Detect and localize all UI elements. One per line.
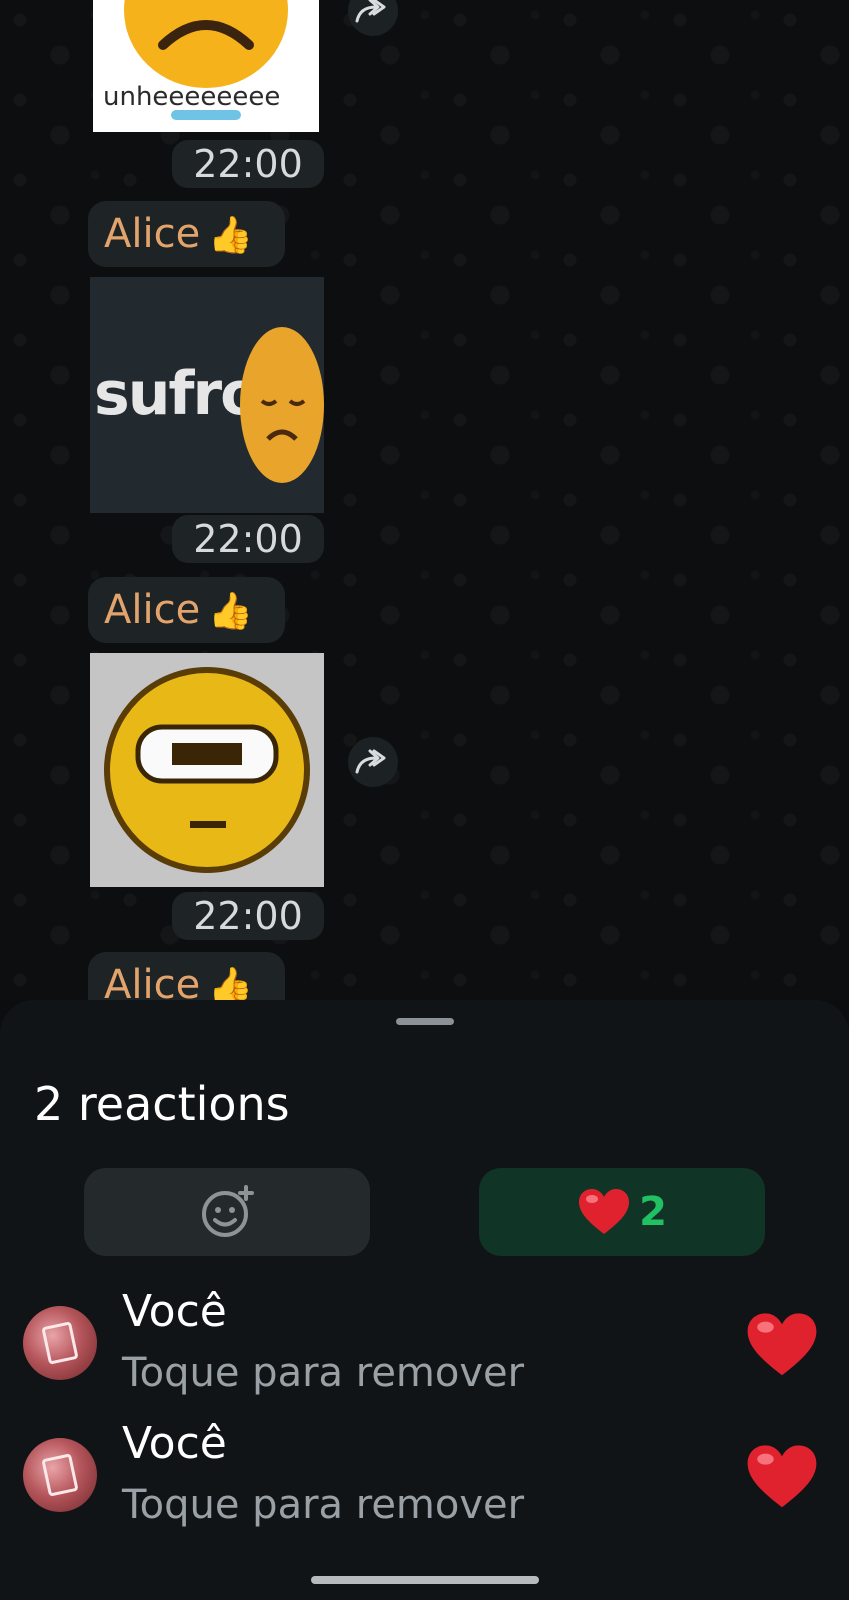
message-time: 22:00 bbox=[172, 515, 324, 563]
thumbs-up-icon: 👍 bbox=[208, 215, 254, 256]
image-message[interactable] bbox=[90, 653, 324, 887]
forward-icon bbox=[355, 749, 386, 774]
reactor-name: Você bbox=[122, 1286, 227, 1337]
reaction-row[interactable]: Você Toque para remover bbox=[0, 1400, 849, 1530]
reaction-row[interactable]: Você Toque para remover bbox=[0, 1268, 849, 1398]
crying-face-sticker bbox=[240, 327, 324, 483]
sender-label: Alice 👍 bbox=[88, 201, 285, 267]
thumbs-up-icon: 👍 bbox=[208, 591, 254, 632]
add-reaction-icon bbox=[202, 1185, 254, 1237]
eyeroll-face-sticker bbox=[104, 667, 310, 873]
forward-button[interactable] bbox=[348, 737, 398, 787]
chat-background: unheeeeeeee 22:00 Alice 👍 sufro 22:00 Ali… bbox=[0, 0, 849, 1018]
forward-button[interactable] bbox=[348, 0, 398, 36]
tab-add-reaction[interactable] bbox=[84, 1168, 370, 1256]
sender-name: Alice bbox=[104, 211, 201, 257]
heart-icon bbox=[747, 1313, 817, 1376]
heart-icon bbox=[747, 1445, 817, 1508]
sticker-caption: unheeeeeeee bbox=[103, 82, 281, 112]
reaction-hint: Toque para remover bbox=[122, 1482, 525, 1528]
image-message[interactable]: sufro bbox=[90, 277, 324, 513]
heart-icon bbox=[579, 1189, 630, 1234]
avatar bbox=[23, 1438, 97, 1512]
sheet-title: 2 reactions bbox=[34, 1077, 290, 1131]
sender-name: Alice bbox=[104, 587, 201, 633]
forward-icon bbox=[355, 0, 386, 23]
home-indicator[interactable] bbox=[311, 1576, 539, 1584]
message-time: 22:00 bbox=[172, 140, 324, 188]
drag-handle[interactable] bbox=[396, 1018, 454, 1025]
sad-face-sticker bbox=[124, 0, 288, 120]
reaction-count: 2 bbox=[639, 1189, 667, 1235]
reaction-hint: Toque para remover bbox=[122, 1350, 525, 1396]
message-time: 22:00 bbox=[172, 892, 324, 940]
reactor-name: Você bbox=[122, 1418, 227, 1469]
avatar bbox=[23, 1306, 97, 1380]
reactions-sheet: 2 reactions 2 Você Toque para remover Vo… bbox=[0, 1000, 849, 1600]
tab-heart-reactions[interactable]: 2 bbox=[479, 1168, 765, 1256]
sender-label: Alice 👍 bbox=[88, 577, 285, 643]
image-message[interactable]: unheeeeeeee bbox=[93, 0, 319, 132]
